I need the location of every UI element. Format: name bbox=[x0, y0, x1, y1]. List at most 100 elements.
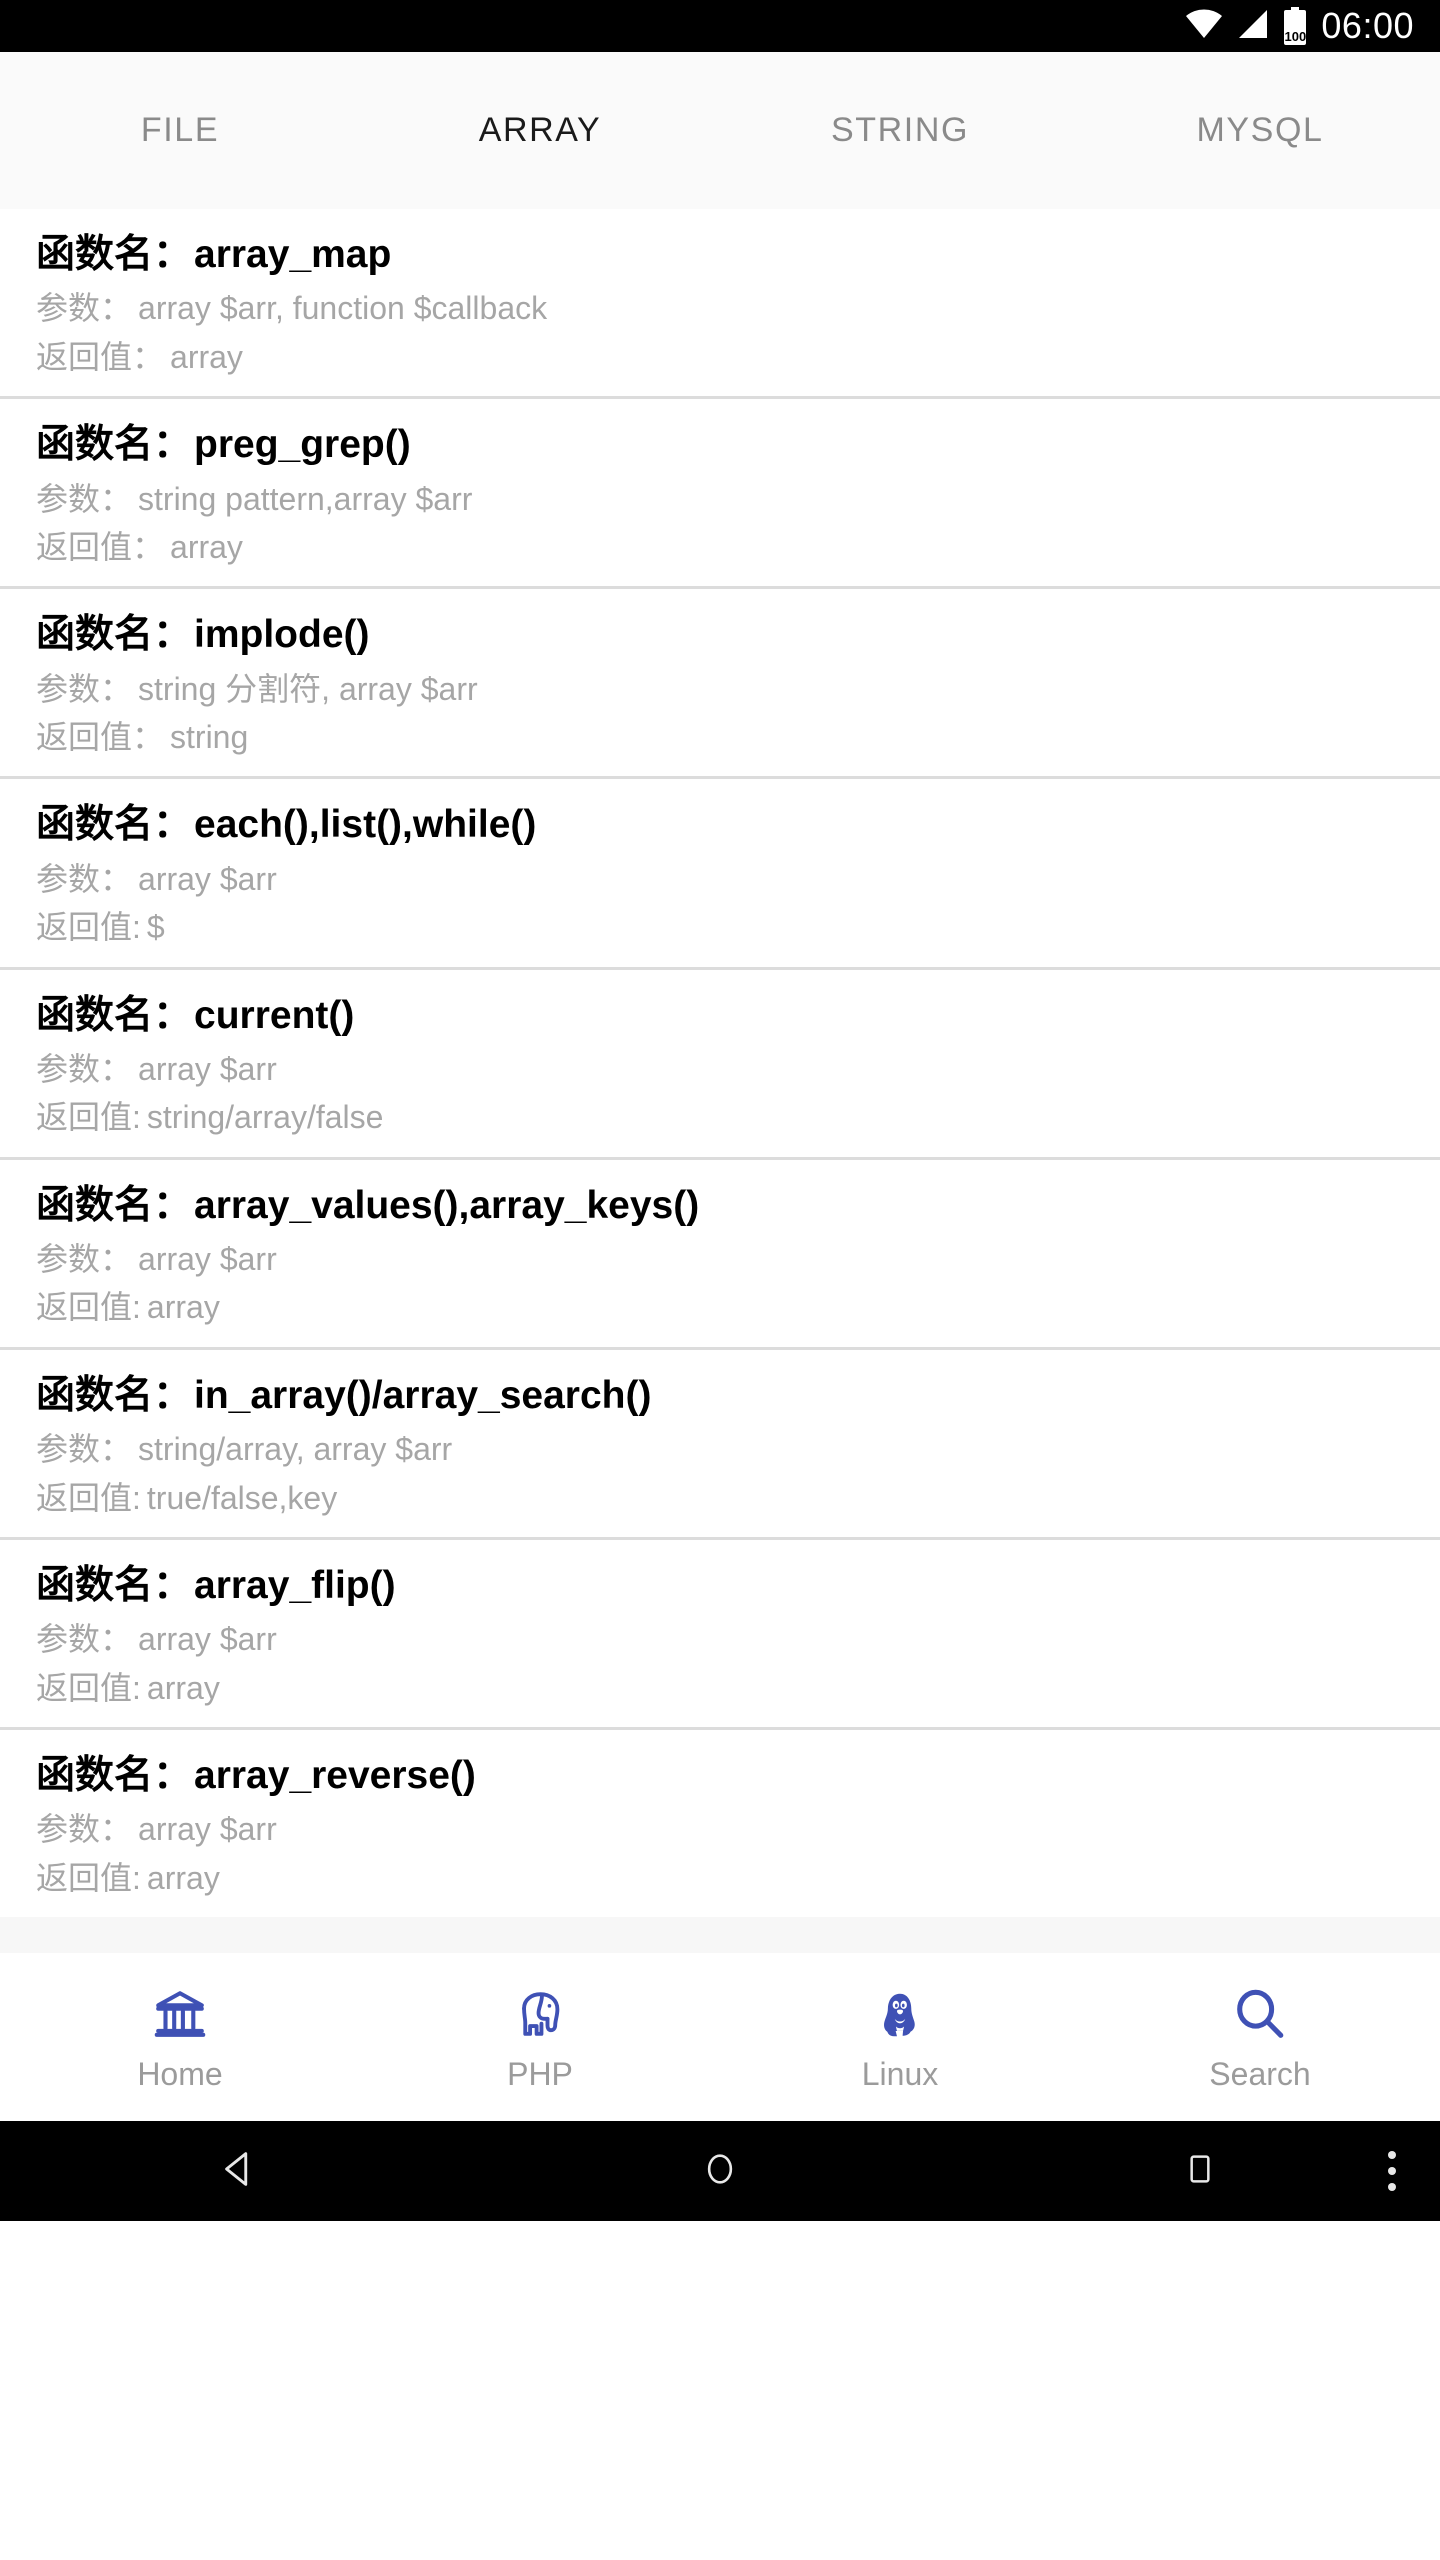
list-item[interactable]: 函数名：current() 参数： array $arr 返回值: string/a… bbox=[0, 969, 1440, 1160]
tab-string[interactable]: STRING bbox=[720, 111, 1080, 150]
function-returns-line: 返回值: $ bbox=[36, 908, 1404, 946]
nav-item-linux[interactable]: Linux bbox=[720, 1984, 1080, 2090]
battery-level-text: 100 bbox=[1284, 29, 1307, 44]
android-system-nav bbox=[0, 2121, 1440, 2222]
function-name-line: 函数名：array_reverse() bbox=[36, 1752, 1404, 1800]
nav-item-php[interactable]: PHP bbox=[360, 1984, 720, 2090]
list-item[interactable]: 函数名：array_reverse() 参数： array $arr 返回值: ar… bbox=[0, 1730, 1440, 1918]
function-params-value: string pattern,array $arr bbox=[138, 480, 473, 517]
function-params-line: 参数： string 分割符, array $arr bbox=[36, 670, 1404, 708]
tab-bar: FILE ARRAY STRING MYSQL bbox=[0, 52, 1440, 209]
function-params-value: array $arr bbox=[138, 1811, 277, 1848]
function-params-value: array $arr bbox=[138, 860, 277, 897]
function-name-line: 函数名：each(),list(),while() bbox=[36, 801, 1404, 849]
wifi-icon bbox=[1185, 8, 1223, 44]
function-name-line: 函数名：in_array()/array_search() bbox=[36, 1372, 1404, 1420]
function-params-line: 参数： array $arr bbox=[36, 1050, 1404, 1088]
list-item[interactable]: 函数名：array_map 参数： array $arr, function $c… bbox=[0, 209, 1440, 400]
function-params-label: 参数： bbox=[36, 480, 133, 517]
tab-file[interactable]: FILE bbox=[0, 111, 360, 150]
function-name-value: in_array()/array_search() bbox=[194, 1373, 652, 1417]
bottom-navigation: Home PHP Linux Search bbox=[0, 1953, 1440, 2122]
list-item[interactable]: 函数名：array_flip() 参数： array $arr 返回值: array bbox=[0, 1539, 1440, 1731]
status-bar-clock: 06:00 bbox=[1321, 5, 1414, 46]
function-returns-label: 返回值: bbox=[36, 909, 141, 946]
function-params-value: array $arr, function $callback bbox=[138, 290, 548, 327]
function-returns-value: array bbox=[170, 338, 243, 375]
function-list: 函数名：array_map 参数： array $arr, function $c… bbox=[0, 209, 1440, 1954]
nav-label-home: Home bbox=[137, 2056, 223, 2093]
function-name-line: 函数名：implode() bbox=[36, 611, 1404, 659]
status-bar: 100 06:00 bbox=[0, 0, 1440, 52]
function-params-line: 参数： array $arr bbox=[36, 1620, 1404, 1658]
function-name-label: 函数名： bbox=[36, 1563, 193, 1607]
elephant-icon bbox=[509, 1984, 571, 2046]
function-name-line: 函数名：current() bbox=[36, 992, 1404, 1040]
magnifier-icon bbox=[1229, 1984, 1291, 2046]
function-returns-value: array bbox=[146, 1669, 220, 1706]
function-returns-label: 返回值: bbox=[36, 1289, 141, 1326]
function-name-label: 函数名： bbox=[36, 803, 193, 847]
list-item[interactable]: 函数名：each(),list(),while() 参数： array $arr … bbox=[0, 779, 1440, 970]
function-returns-line: 返回值: string/array/false bbox=[36, 1098, 1404, 1136]
list-item[interactable]: 函数名：implode() 参数： string 分割符, array $arr … bbox=[0, 589, 1440, 780]
recents-square-icon bbox=[1180, 2149, 1220, 2194]
back-triangle-icon bbox=[217, 2146, 263, 2197]
function-params-line: 参数： array $arr bbox=[36, 1810, 1404, 1848]
nav-label-linux: Linux bbox=[861, 2056, 939, 2093]
function-returns-value: true/false,key bbox=[146, 1479, 338, 1516]
function-params-line: 参数： array $arr bbox=[36, 1240, 1404, 1278]
function-params-value: string/array, array $arr bbox=[138, 1431, 453, 1468]
function-returns-label: 返回值： bbox=[36, 338, 165, 375]
function-params-label: 参数： bbox=[36, 860, 133, 897]
function-name-line: 函数名：array_values(),array_keys() bbox=[36, 1182, 1404, 1230]
overflow-dots-icon[interactable] bbox=[1388, 2151, 1396, 2192]
function-name-value: current() bbox=[194, 993, 355, 1037]
function-returns-value: array bbox=[146, 1859, 220, 1896]
function-params-label: 参数： bbox=[36, 1431, 133, 1468]
function-params-label: 参数： bbox=[36, 670, 133, 707]
function-returns-line: 返回值： string bbox=[36, 718, 1404, 756]
function-returns-line: 返回值： array bbox=[36, 528, 1404, 566]
android-recents-button[interactable] bbox=[960, 2149, 1440, 2194]
function-name-value: array_map bbox=[194, 233, 392, 276]
nav-item-search[interactable]: Search bbox=[1080, 1984, 1440, 2090]
function-returns-label: 返回值: bbox=[36, 1669, 141, 1706]
function-params-line: 参数： string/array, array $arr bbox=[36, 1430, 1404, 1468]
function-name-value: array_flip() bbox=[194, 1563, 396, 1607]
nav-label-php: PHP bbox=[507, 2056, 573, 2093]
tab-array[interactable]: ARRAY bbox=[360, 111, 720, 150]
function-returns-label: 返回值: bbox=[36, 1479, 141, 1516]
function-params-line: 参数： string pattern,array $arr bbox=[36, 480, 1404, 518]
android-home-button[interactable] bbox=[480, 2148, 960, 2195]
function-params-label: 参数： bbox=[36, 1050, 133, 1087]
list-item[interactable]: 函数名：preg_grep() 参数： string pattern,array … bbox=[0, 399, 1440, 590]
function-returns-label: 返回值： bbox=[36, 719, 165, 756]
battery-icon: 100 bbox=[1283, 7, 1307, 45]
function-name-label: 函数名： bbox=[36, 1183, 193, 1227]
android-back-button[interactable] bbox=[0, 2146, 480, 2197]
function-params-value: string 分割符, array $arr bbox=[138, 670, 478, 707]
function-returns-value: array bbox=[146, 1289, 220, 1326]
function-returns-value: array bbox=[170, 528, 243, 565]
function-name-value: array_values(),array_keys() bbox=[194, 1183, 700, 1227]
list-item[interactable]: 函数名：in_array()/array_search() 参数： string/… bbox=[0, 1349, 1440, 1540]
function-params-line: 参数： array $arr bbox=[36, 860, 1404, 898]
function-name-line: 函数名：array_map bbox=[36, 231, 1404, 279]
tab-mysql[interactable]: MYSQL bbox=[1080, 111, 1440, 150]
function-name-value: array_reverse() bbox=[194, 1754, 476, 1798]
function-returns-line: 返回值: array bbox=[36, 1669, 1404, 1707]
function-params-label: 参数： bbox=[36, 1621, 133, 1658]
list-item[interactable]: 函数名：array_values(),array_keys() 参数： array… bbox=[0, 1159, 1440, 1350]
function-returns-value: string bbox=[170, 719, 249, 756]
overflow-dot bbox=[1388, 2151, 1396, 2160]
overflow-dot bbox=[1388, 2167, 1396, 2176]
function-params-value: array $arr bbox=[138, 1050, 277, 1087]
list-bottom-fade bbox=[0, 1917, 1440, 1954]
nav-item-home[interactable]: Home bbox=[0, 1984, 360, 2090]
function-returns-label: 返回值： bbox=[36, 528, 165, 565]
function-returns-line: 返回值： array bbox=[36, 338, 1404, 376]
function-name-label: 函数名： bbox=[36, 233, 193, 276]
function-name-line: 函数名：preg_grep() bbox=[36, 421, 1404, 469]
function-name-line: 函数名：array_flip() bbox=[36, 1562, 1404, 1610]
